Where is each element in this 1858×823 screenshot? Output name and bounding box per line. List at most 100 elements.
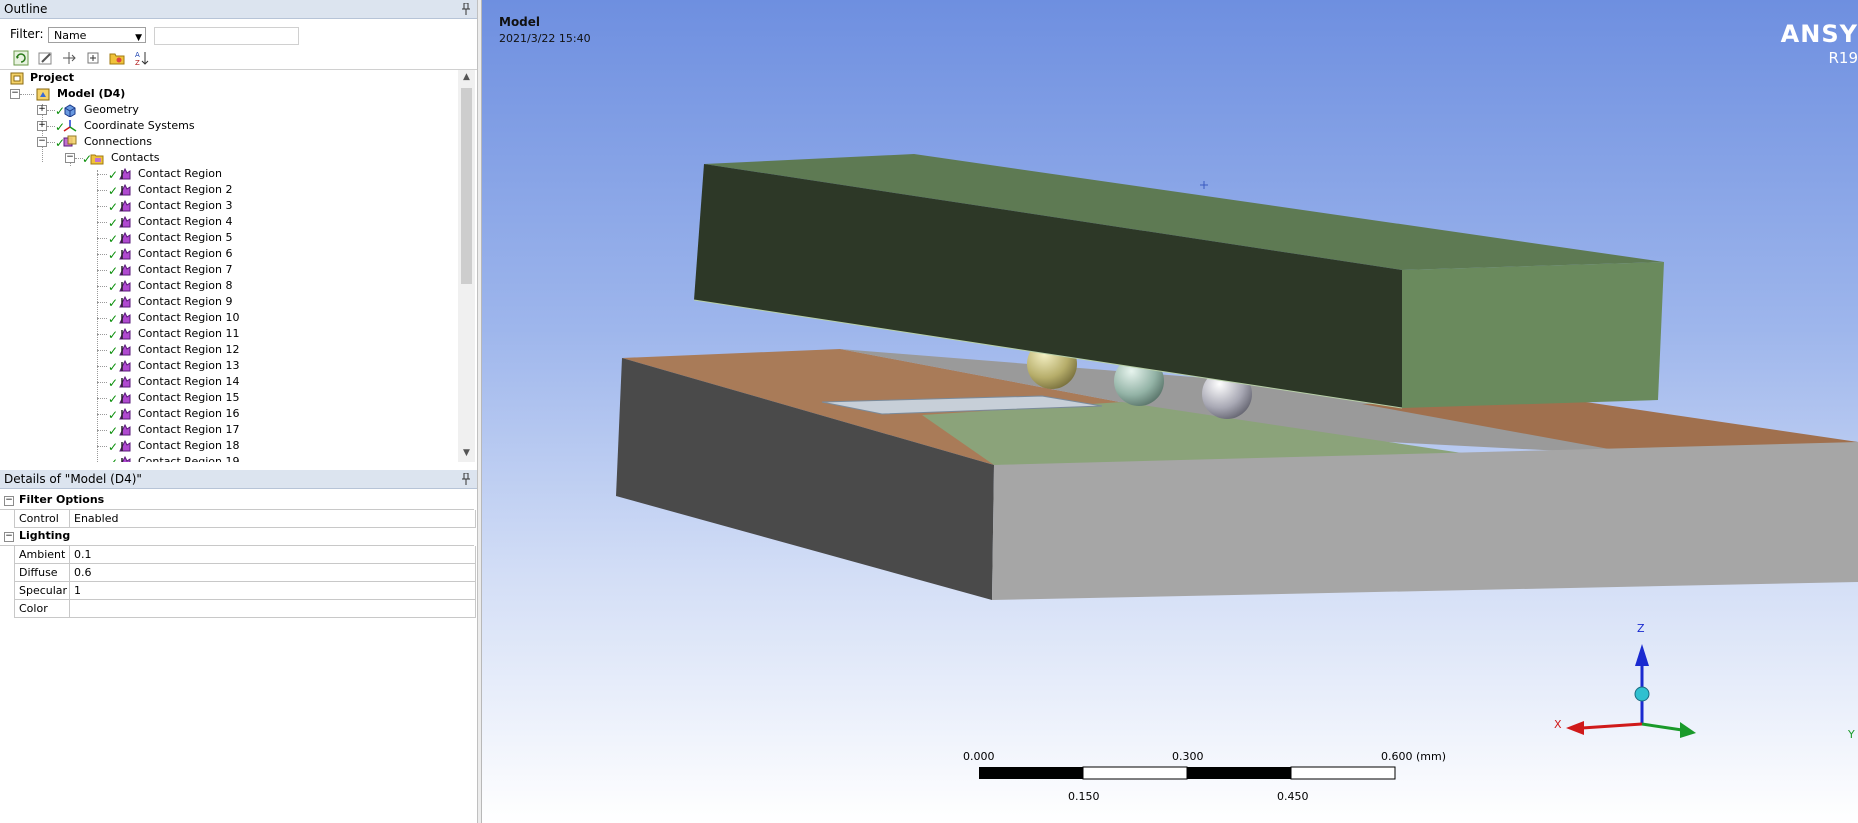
tree-item-contact-region[interactable]: ✓ Contact Region 4 (0, 214, 450, 230)
tree-item-label: Contact Region 2 (138, 183, 233, 196)
tree-item-contact-region[interactable]: ✓ Contact Region 2 (0, 182, 450, 198)
contact-region-icon (119, 423, 131, 436)
graphics-viewport[interactable]: Model 2021/3/22 15:40 ANSY R19 0.000 0.3… (482, 0, 1858, 823)
contact-region-icon (119, 279, 131, 292)
tree-item-contact-region[interactable]: ✓ Contact Region 10 (0, 310, 450, 326)
property-value[interactable]: Enabled (74, 512, 118, 525)
check-icon: ✓ (108, 168, 119, 182)
tree-item-label: Contact Region 10 (138, 311, 240, 324)
tree-icon[interactable] (60, 49, 78, 67)
property-key: Specular (19, 584, 68, 597)
scale-bar-seg3 (1187, 767, 1291, 779)
tree-item-connections[interactable]: − ✓ Connections (0, 134, 450, 150)
property-value[interactable]: 0.6 (74, 566, 92, 579)
tree-item-label: Geometry (84, 103, 139, 116)
tree-item-contact-region[interactable]: ✓ Contact Region 17 (0, 422, 450, 438)
details-group-lighting[interactable]: − Lighting (0, 528, 474, 546)
axis-triad (1566, 644, 1696, 738)
contact-region-icon (119, 247, 131, 260)
property-value[interactable]: 1 (74, 584, 81, 597)
tree-item-contact-region[interactable]: ✓ Contact Region 3 (0, 198, 450, 214)
contact-region-icon (119, 231, 131, 244)
check-icon: ✓ (108, 248, 119, 262)
folder-icon[interactable] (108, 49, 126, 67)
expand-all-icon[interactable] (84, 49, 102, 67)
contact-region-icon (119, 391, 131, 404)
tree-item-contact-region[interactable]: ✓ Contact Region (0, 166, 450, 182)
tree-item-contact-region[interactable]: ✓ Contact Region 9 (0, 294, 450, 310)
contact-region-icon (119, 295, 131, 308)
scale-bar-seg2 (1082, 766, 1188, 780)
svg-text:A: A (135, 51, 140, 59)
tree-item-label: Contact Region 17 (138, 423, 240, 436)
tree-item-contact-region[interactable]: ✓ Contact Region 19 (0, 454, 450, 462)
tree-item-label: Project (30, 71, 75, 84)
tree-item-contact-region[interactable]: ✓ Contact Region 16 (0, 406, 450, 422)
check-icon: ✓ (108, 408, 119, 422)
contact-region-icon (119, 439, 131, 452)
property-key: Ambient (19, 548, 66, 561)
tree-item-label: Model (D4) (57, 87, 126, 100)
collapse-icon[interactable]: − (65, 153, 75, 163)
refresh-icon[interactable] (12, 49, 30, 67)
check-icon: ✓ (108, 360, 119, 374)
tree-item-label: Contacts (111, 151, 160, 164)
tree-item-contact-region[interactable]: ✓ Contact Region 8 (0, 278, 450, 294)
pin-icon[interactable] (461, 473, 471, 485)
coordinate-system-icon (63, 120, 77, 132)
collapse-icon[interactable]: − (4, 532, 14, 542)
outline-scrollbar[interactable]: ▲ ▼ (458, 70, 475, 462)
tree-item-contact-region[interactable]: ✓ Contact Region 11 (0, 326, 450, 342)
details-row-diffuse[interactable]: Diffuse 0.6 (14, 564, 476, 582)
contacts-folder-icon (90, 154, 104, 165)
filter-select[interactable]: Name ▼ (48, 27, 146, 43)
collapse-icon[interactable]: − (10, 89, 20, 99)
tree-item-contact-region[interactable]: ✓ Contact Region 18 (0, 438, 450, 454)
tree-item-contacts[interactable]: − ✓ Contacts (0, 150, 450, 166)
tree-item-geometry[interactable]: + ✓ Geometry (0, 102, 450, 118)
edit-icon[interactable] (36, 49, 54, 67)
brand-logo: ANSY (1780, 20, 1858, 48)
details-row-ambient[interactable]: Ambient 0.1 (14, 546, 476, 564)
collapse-icon[interactable]: − (37, 137, 47, 147)
tree-item-contact-region[interactable]: ✓ Contact Region 7 (0, 262, 450, 278)
property-value[interactable]: 0.1 (74, 548, 92, 561)
property-key: Color (19, 602, 48, 615)
check-icon: ✓ (108, 440, 119, 454)
tree-item-project[interactable]: Project (0, 70, 450, 86)
details-row-specular[interactable]: Specular 1 (14, 582, 476, 600)
tree-item-contact-region[interactable]: ✓ Contact Region 12 (0, 342, 450, 358)
expand-icon[interactable]: + (37, 121, 47, 131)
tree-item-contact-region[interactable]: ✓ Contact Region 13 (0, 358, 450, 374)
details-row-color[interactable]: Color (14, 600, 476, 618)
details-row-control[interactable]: Control Enabled (14, 510, 476, 528)
scroll-thumb[interactable] (461, 88, 472, 284)
tree-item-contact-region[interactable]: ✓ Contact Region 14 (0, 374, 450, 390)
check-icon: ✓ (108, 424, 119, 438)
scroll-down-icon[interactable]: ▼ (461, 448, 472, 460)
viewport-date: 2021/3/22 15:40 (499, 32, 591, 45)
tree-item-contact-region[interactable]: ✓ Contact Region 6 (0, 246, 450, 262)
tree-item-contact-region[interactable]: ✓ Contact Region 15 (0, 390, 450, 406)
model-scene[interactable] (482, 0, 1858, 823)
pin-icon[interactable] (461, 3, 471, 15)
details-group-filter-options[interactable]: − Filter Options (0, 492, 474, 510)
scroll-up-icon[interactable]: ▲ (461, 72, 472, 84)
sort-az-icon[interactable]: A Z (132, 49, 150, 67)
tree-item-model[interactable]: − Model (D4) (0, 86, 450, 102)
details-title: Details of "Model (D4)" (4, 472, 142, 486)
scale-bar-seg1 (979, 767, 1083, 779)
contact-region-icon (119, 327, 131, 340)
svg-text:Z: Z (135, 59, 140, 67)
outline-title-bar: Outline (0, 0, 477, 19)
model-icon (36, 88, 50, 101)
expand-icon[interactable]: + (37, 105, 47, 115)
tree-item-contact-region[interactable]: ✓ Contact Region 5 (0, 230, 450, 246)
filter-input[interactable] (154, 27, 299, 45)
left-pane: Outline Filter: Name ▼ A Z Project − Mod… (0, 0, 477, 823)
collapse-icon[interactable]: − (4, 496, 14, 506)
contact-region-icon (119, 343, 131, 356)
property-key: Diffuse (19, 566, 58, 579)
tree-item-coordinate-systems[interactable]: + ✓ Coordinate Systems (0, 118, 450, 134)
check-icon: ✓ (108, 184, 119, 198)
